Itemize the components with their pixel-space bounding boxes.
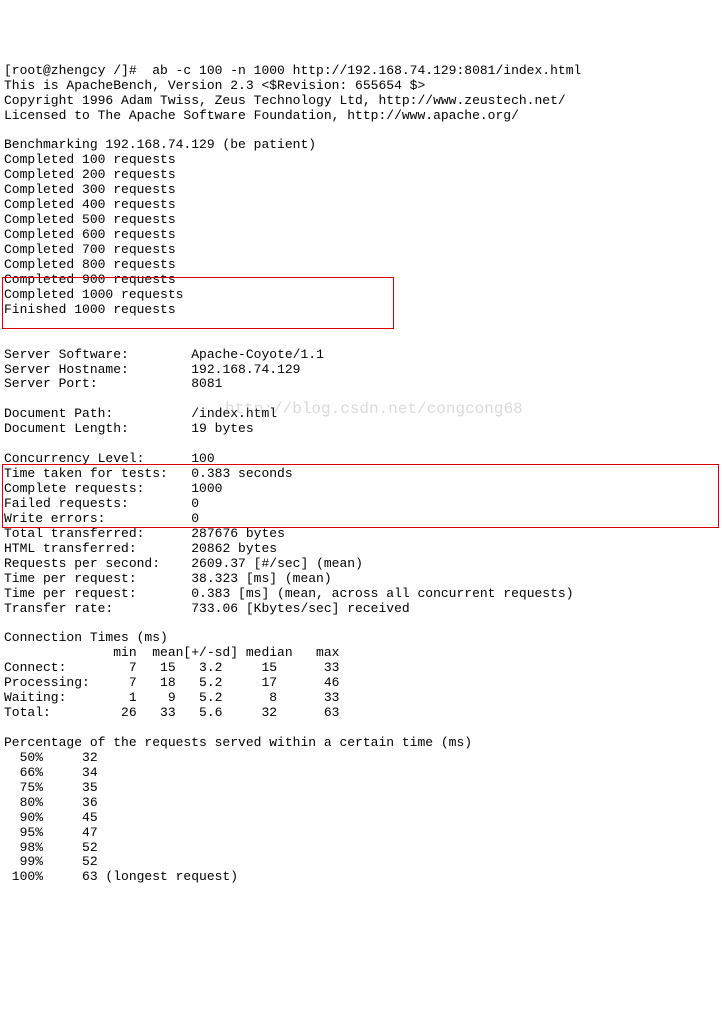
processing-row: Processing: 7 18 5.2 17 46 [4, 675, 339, 690]
waiting-row: Waiting: 1 9 5.2 8 33 [4, 690, 339, 705]
connection-times-columns: min mean[+/-sd] median max [4, 645, 339, 660]
percentile-header: Percentage of the requests served within… [4, 735, 472, 750]
total-transferred-value: 287676 bytes [191, 526, 285, 541]
time-per-request-value: 38.323 [ms] (mean) [191, 571, 331, 586]
transfer-rate-label: Transfer rate: [4, 601, 113, 616]
finished-line: Finished 1000 requests [4, 302, 176, 317]
percentile-row: 99% 52 [4, 854, 98, 869]
server-software-label: Server Software: [4, 347, 129, 362]
complete-requests-value: 1000 [191, 481, 222, 496]
failed-requests-value: 0 [191, 496, 199, 511]
concurrency-value: 100 [191, 451, 214, 466]
completed-line: Completed 200 requests [4, 167, 176, 182]
requests-per-second-label: Requests per second: [4, 556, 160, 571]
write-errors-value: 0 [191, 511, 199, 526]
command-prompt: [root@zhengcy /]# ab -c 100 -n 1000 http… [4, 63, 581, 78]
html-transferred-label: HTML transferred: [4, 541, 137, 556]
percentile-row: 50% 32 [4, 750, 98, 765]
requests-per-second-value: 2609.37 [#/sec] (mean) [191, 556, 363, 571]
percentile-row: 75% 35 [4, 780, 98, 795]
header-line: Copyright 1996 Adam Twiss, Zeus Technolo… [4, 93, 566, 108]
complete-requests-label: Complete requests: [4, 481, 144, 496]
connection-times-header: Connection Times (ms) [4, 630, 168, 645]
percentile-row: 66% 34 [4, 765, 98, 780]
document-length-value: 19 bytes [191, 421, 253, 436]
server-hostname-value: 192.168.74.129 [191, 362, 300, 377]
time-per-request-label: Time per request: [4, 586, 137, 601]
terminal-output: [root@zhengcy /]# ab -c 100 -n 1000 http… [4, 64, 723, 886]
server-port-value: 8081 [191, 376, 222, 391]
server-hostname-label: Server Hostname: [4, 362, 129, 377]
percentile-row: 100% 63 (longest request) [4, 869, 238, 884]
transfer-rate-value: 733.06 [Kbytes/sec] received [191, 601, 409, 616]
percentile-row: 90% 45 [4, 810, 98, 825]
completed-line: Completed 300 requests [4, 182, 176, 197]
completed-line: Completed 100 requests [4, 152, 176, 167]
document-path-value: /index.html [191, 406, 277, 421]
header-line: Licensed to The Apache Software Foundati… [4, 108, 519, 123]
time-per-request-label: Time per request: [4, 571, 137, 586]
time-per-request-value: 0.383 [ms] (mean, across all concurrent … [191, 586, 573, 601]
header-line: This is ApacheBench, Version 2.3 <$Revis… [4, 78, 425, 93]
benchmarking-line: Benchmarking 192.168.74.129 (be patient) [4, 137, 316, 152]
failed-requests-label: Failed requests: [4, 496, 129, 511]
document-length-label: Document Length: [4, 421, 129, 436]
completed-line: Completed 900 requests [4, 272, 176, 287]
percentile-row: 80% 36 [4, 795, 98, 810]
connect-row: Connect: 7 15 3.2 15 33 [4, 660, 339, 675]
write-errors-label: Write errors: [4, 511, 105, 526]
completed-line: Completed 700 requests [4, 242, 176, 257]
concurrency-label: Concurrency Level: [4, 451, 144, 466]
completed-line: Completed 500 requests [4, 212, 176, 227]
document-path-label: Document Path: [4, 406, 113, 421]
completed-line: Completed 800 requests [4, 257, 176, 272]
completed-line: Completed 600 requests [4, 227, 176, 242]
total-transferred-label: Total transferred: [4, 526, 144, 541]
server-port-label: Server Port: [4, 376, 98, 391]
completed-line: Completed 1000 requests [4, 287, 183, 302]
total-row: Total: 26 33 5.6 32 63 [4, 705, 339, 720]
percentile-row: 95% 47 [4, 825, 98, 840]
time-taken-value: 0.383 seconds [191, 466, 292, 481]
time-taken-label: Time taken for tests: [4, 466, 168, 481]
completed-line: Completed 400 requests [4, 197, 176, 212]
html-transferred-value: 20862 bytes [191, 541, 277, 556]
server-software-value: Apache-Coyote/1.1 [191, 347, 324, 362]
percentile-row: 98% 52 [4, 840, 98, 855]
